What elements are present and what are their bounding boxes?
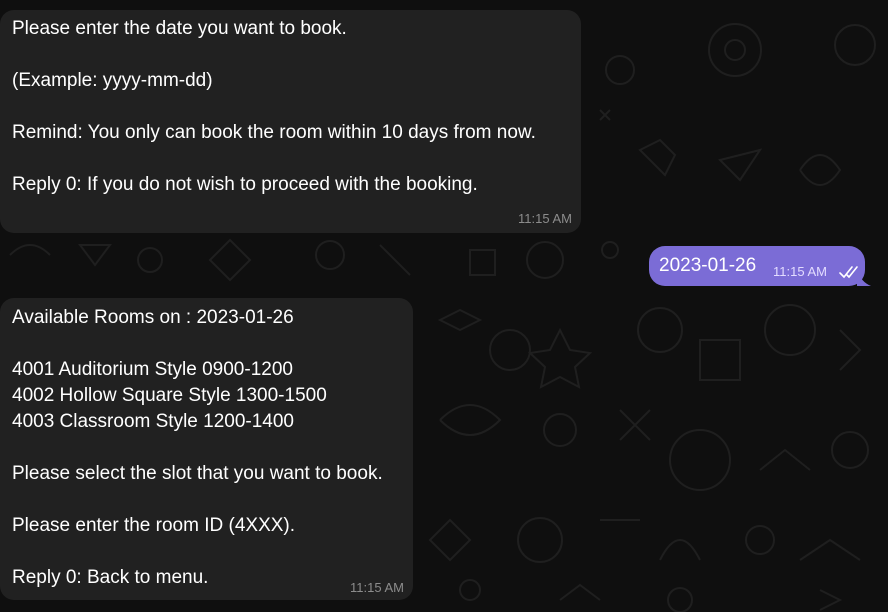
message-timestamp: 11:15 AM xyxy=(518,211,572,226)
message-text-line xyxy=(12,42,569,68)
message-text-line xyxy=(12,331,401,357)
message-text-line: Remind: You only can book the room withi… xyxy=(12,122,536,143)
message-text-line xyxy=(12,487,401,513)
message-text-line: Please select the slot that you want to … xyxy=(12,463,383,484)
message-text-line: Reply 0: Back to menu. xyxy=(12,567,209,588)
message-text-line xyxy=(12,94,569,120)
message-text-line xyxy=(12,435,401,461)
message-text-line: Reply 0: If you do not wish to proceed w… xyxy=(12,174,478,195)
message-timestamp: 11:15 AM xyxy=(350,580,404,595)
message-text-line: Please enter the room ID (4XXX). xyxy=(12,515,296,536)
message-text-line: Please enter the date you want to book. xyxy=(12,18,347,39)
message-text-line: 4003 Classroom Style 1200-1400 xyxy=(12,411,295,432)
message-text-line: (Example: yyyy-mm-dd) xyxy=(12,70,213,91)
message-bubble-incoming: Available Rooms on : 2023-01-26 4001 Aud… xyxy=(0,298,413,600)
message-bubble-outgoing: 2023-01-26 11:15 AM xyxy=(649,246,871,286)
message-timestamp: 11:15 AM xyxy=(773,264,827,279)
message-text-line: 2023-01-26 xyxy=(659,255,757,276)
message-text-line: 4001 Auditorium Style 0900-1200 xyxy=(12,359,293,380)
message-text-line xyxy=(12,146,569,172)
message-bubble-incoming: Please enter the date you want to book. … xyxy=(0,10,581,233)
message-text-line xyxy=(12,539,401,565)
message-text-line: 4002 Hollow Square Style 1300-1500 xyxy=(12,385,327,406)
bubble-tail xyxy=(857,270,871,286)
message-text-line: Available Rooms on : 2023-01-26 xyxy=(12,307,294,328)
